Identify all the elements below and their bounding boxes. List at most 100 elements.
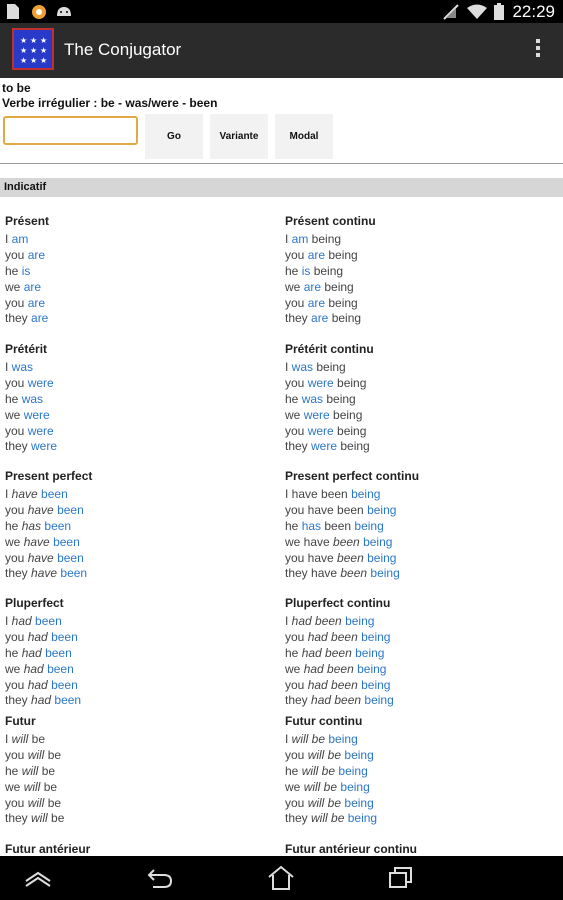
pronoun-text: we bbox=[5, 661, 24, 676]
auxiliary-form: had bbox=[27, 629, 48, 644]
tense-block: Pluperfect continu I had been being you ha… bbox=[285, 594, 394, 709]
pronoun-text: being bbox=[328, 311, 362, 326]
app-logo-icon[interactable]: ★ ★ ★ ★ ★ ★ ★ ★ ★ bbox=[12, 28, 54, 70]
verb-form: being bbox=[354, 518, 384, 533]
verb-input[interactable] bbox=[3, 116, 138, 145]
conjugation-line: you will be bbox=[5, 796, 64, 812]
auxiliary-form: had been bbox=[291, 614, 342, 628]
conjugation-line: they had been being bbox=[285, 693, 394, 709]
wifi-icon bbox=[467, 4, 487, 19]
tense-block: Prétérit continu I was being you were bein… bbox=[285, 340, 374, 455]
conjugation-line: he has been bbox=[5, 519, 92, 535]
clock: 22:29 bbox=[512, 2, 555, 21]
auxiliary-form: will bbox=[21, 763, 39, 778]
pronoun-text: they bbox=[285, 311, 312, 326]
back-icon[interactable] bbox=[145, 864, 175, 892]
pronoun-text: he bbox=[285, 645, 302, 660]
auxiliary-form: had been bbox=[311, 693, 362, 708]
tense-title: Futur bbox=[5, 714, 36, 728]
auxiliary-form: have bbox=[27, 550, 54, 565]
conjugation-line: they are being bbox=[285, 311, 376, 327]
pronoun-text: they bbox=[5, 439, 32, 454]
conjugation-line: I have been being bbox=[285, 487, 419, 503]
pronoun-text: you bbox=[285, 795, 308, 810]
pronoun-text: he bbox=[5, 263, 22, 278]
tense-title: Pluperfect bbox=[5, 596, 64, 610]
conjugation-line: we have been being bbox=[285, 535, 419, 551]
house-icon[interactable] bbox=[266, 864, 296, 892]
go-button[interactable]: Go bbox=[145, 114, 203, 159]
section-header: Indicatif bbox=[0, 178, 563, 197]
auxiliary-form: will bbox=[23, 779, 41, 794]
verb-info: Verbe irrégulier : be - was/were - been bbox=[2, 96, 218, 110]
auxiliary-form: have bbox=[11, 487, 38, 501]
main-content[interactable]: to be Verbe irrégulier : be - was/were -… bbox=[0, 78, 563, 856]
conjugation-line: they were bbox=[5, 439, 57, 455]
tense-block: Present perfect I have been you have been h… bbox=[5, 467, 92, 582]
conjugation-line: I had been bbox=[5, 614, 81, 630]
pronoun-text: I bbox=[5, 732, 12, 746]
pronoun-text: be bbox=[44, 795, 62, 810]
pronoun-text: they bbox=[285, 693, 312, 708]
verb-form: were bbox=[31, 439, 58, 454]
tense-block: Present perfect continu I have been being… bbox=[285, 467, 419, 582]
pronoun-text: you bbox=[5, 502, 28, 517]
verb-form: being bbox=[347, 811, 378, 826]
conjugation-line: he is being bbox=[285, 264, 376, 280]
conjugation-line: we are bbox=[5, 280, 49, 296]
tense-title: Present perfect continu bbox=[285, 469, 420, 483]
conjugation-line: they were being bbox=[285, 439, 374, 455]
verb-form: was bbox=[291, 360, 314, 374]
conjugation-line: you had been being bbox=[285, 678, 394, 694]
pronoun-text: being bbox=[337, 439, 370, 454]
auxiliary-form: will bbox=[31, 811, 48, 826]
verb-form: being bbox=[361, 677, 391, 692]
verb-form: been bbox=[60, 566, 88, 581]
tense-title: Pluperfect continu bbox=[285, 596, 391, 610]
verb-form: been bbox=[51, 629, 78, 644]
verb-form: am bbox=[11, 232, 29, 246]
no-sim-icon bbox=[443, 4, 459, 20]
pronoun-text: being bbox=[321, 279, 354, 294]
modal-button[interactable]: Modal bbox=[275, 114, 333, 159]
auxiliary-form: have bbox=[27, 502, 54, 517]
pronoun-text: be bbox=[40, 779, 58, 794]
auxiliary-form: had bbox=[11, 614, 32, 628]
variante-button[interactable]: Variante bbox=[210, 114, 268, 159]
battery-icon bbox=[494, 3, 504, 20]
pronoun-text: I bbox=[285, 614, 292, 628]
pronoun-text: you bbox=[285, 247, 308, 262]
conjugation-line: he was bbox=[5, 392, 57, 408]
notification-icon bbox=[32, 5, 46, 19]
verb-form: being bbox=[357, 661, 387, 676]
pronoun-text: you bbox=[5, 795, 28, 810]
verb-form: was bbox=[21, 391, 44, 406]
pronoun-text: I bbox=[5, 232, 12, 246]
verb-form: been bbox=[47, 661, 74, 676]
pronoun-text: you bbox=[5, 550, 28, 565]
verb-form: been bbox=[53, 534, 80, 549]
conjugation-line: he has been being bbox=[285, 519, 419, 535]
home-icon[interactable] bbox=[23, 864, 53, 892]
pronoun-text: being bbox=[333, 423, 367, 438]
pronoun-text: we bbox=[5, 779, 24, 794]
navigation-bar bbox=[0, 856, 563, 900]
verb-form: were bbox=[307, 375, 334, 390]
verb-form: been bbox=[54, 693, 82, 708]
pronoun-text: I bbox=[5, 360, 12, 374]
tense-title: Prétérit continu bbox=[285, 342, 374, 356]
pronoun-text: I bbox=[285, 232, 292, 246]
auxiliary-form: will be bbox=[291, 732, 326, 746]
conjugation-line: you will be being bbox=[285, 748, 377, 764]
pronoun-text: he bbox=[285, 263, 302, 278]
recents-icon[interactable] bbox=[386, 864, 416, 892]
overflow-menu-icon[interactable] bbox=[535, 39, 541, 61]
conjugation-line: we are being bbox=[285, 280, 376, 296]
auxiliary-form: have bbox=[23, 534, 50, 549]
conjugation-line: he is bbox=[5, 264, 49, 280]
pronoun-text: being bbox=[308, 232, 342, 246]
verb-form: were bbox=[27, 423, 54, 438]
conjugation-line: we had been being bbox=[285, 662, 394, 678]
conjugation-line: I have been bbox=[5, 487, 92, 503]
auxiliary-form: been bbox=[333, 534, 360, 549]
